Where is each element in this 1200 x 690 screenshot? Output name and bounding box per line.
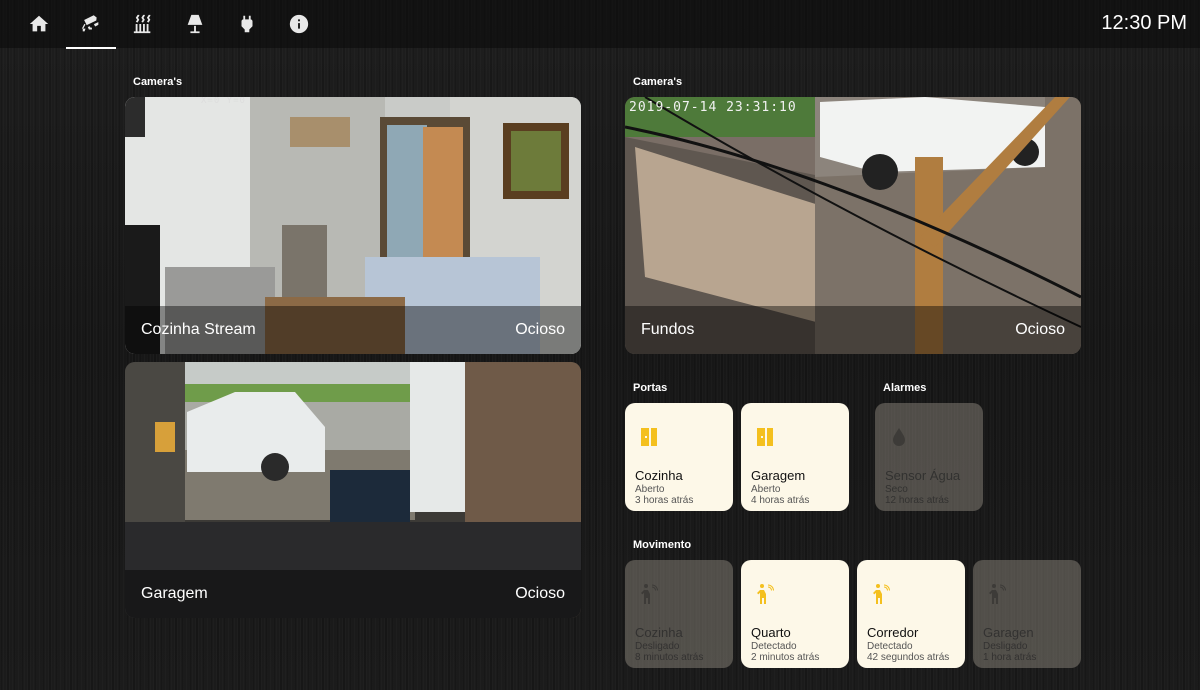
tile-porta-cozinha[interactable]: Cozinha Aberto 3 horas atrás [625,403,733,511]
clock: 12:30 PM [1101,12,1187,34]
camera-caption-bar: Cozinha Stream Ocioso [125,306,581,354]
tile-name: Garagem [751,468,806,483]
camera-state: Ocioso [515,585,565,602]
tile-last-changed: 3 horas atrás [635,495,694,506]
tile-state: Seco [885,484,908,495]
section-title-cameras-left: Camera's [133,76,183,88]
tile-porta-garagem[interactable]: Garagem Aberto 4 horas atrás [741,403,849,511]
tile-last-changed: 8 minutos atrás [635,652,704,663]
tile-sensor-agua[interactable]: Sensor Água Seco 12 horas atrás [875,403,983,511]
camera-card-cozinha[interactable]: X=0 Y=0 Cozinha Stream Ocioso [125,97,581,354]
info-icon[interactable] [284,10,314,38]
camera-caption-bar: Fundos Ocioso [625,306,1081,354]
tile-state: Aberto [751,484,781,495]
camera-name: Garagem [141,585,208,602]
section-title-movimento: Movimento [633,539,692,551]
power-plug-icon[interactable] [232,10,262,38]
tile-state: Desligado [635,641,680,652]
camera-name: Cozinha Stream [141,321,256,338]
water-drop-icon [893,428,905,446]
camera-caption-bar: Garagem Ocioso [125,570,581,618]
tile-name: Cozinha [635,468,683,483]
tile-movimento-quarto[interactable]: Quarto Detectado 2 minutos atrás [741,560,849,668]
camera-card-fundos[interactable]: 2019-07-14 23:31:10 Fundos Ocioso [625,97,1081,354]
section-title-portas: Portas [633,382,668,394]
door-open-icon [757,428,773,446]
motion-sensor-icon [641,584,658,604]
home-icon[interactable] [24,10,54,38]
camera-osd-timestamp: 2019-07-14 23:31:10 [629,100,797,115]
tile-state: Detectado [751,641,797,652]
tile-last-changed: 42 segundos atrás [867,652,950,663]
camera-name: Fundos [641,321,695,338]
camera-state: Ocioso [515,321,565,338]
radiator-icon[interactable] [128,10,158,38]
tile-last-changed: 4 horas atrás [751,495,810,506]
section-title-cameras-right: Camera's [633,76,683,88]
motion-sensor-icon [989,584,1006,604]
tile-state: Aberto [635,484,665,495]
camera-osd-text: X=0 Y=0 [201,97,246,106]
tile-name: Garagen [983,625,1034,640]
cctv-camera-icon[interactable] [66,10,116,49]
tile-state: Detectado [867,641,913,652]
tile-name: Quarto [751,625,791,640]
tile-state: Desligado [983,641,1028,652]
floor-lamp-icon[interactable] [180,10,210,38]
tile-last-changed: 2 minutos atrás [751,652,820,663]
tile-movimento-corredor[interactable]: Corredor Detectado 42 segundos atrás [857,560,965,668]
top-app-bar: 12:30 PM [0,0,1200,49]
camera-card-garagem[interactable]: Garagem Ocioso [125,362,581,618]
tile-movimento-cozinha[interactable]: Cozinha Desligado 8 minutos atrás [625,560,733,668]
tile-name: Sensor Água [885,468,961,483]
motion-sensor-icon [873,584,890,604]
tile-movimento-garagen[interactable]: Garagen Desligado 1 hora atrás [973,560,1081,668]
tile-last-changed: 12 horas atrás [885,495,949,506]
tile-last-changed: 1 hora atrás [983,652,1037,663]
motion-sensor-icon [757,584,774,604]
tile-name: Cozinha [635,625,683,640]
tile-name: Corredor [867,625,919,640]
section-title-alarmes: Alarmes [883,382,927,394]
door-open-icon [641,428,657,446]
camera-state: Ocioso [1015,321,1065,338]
